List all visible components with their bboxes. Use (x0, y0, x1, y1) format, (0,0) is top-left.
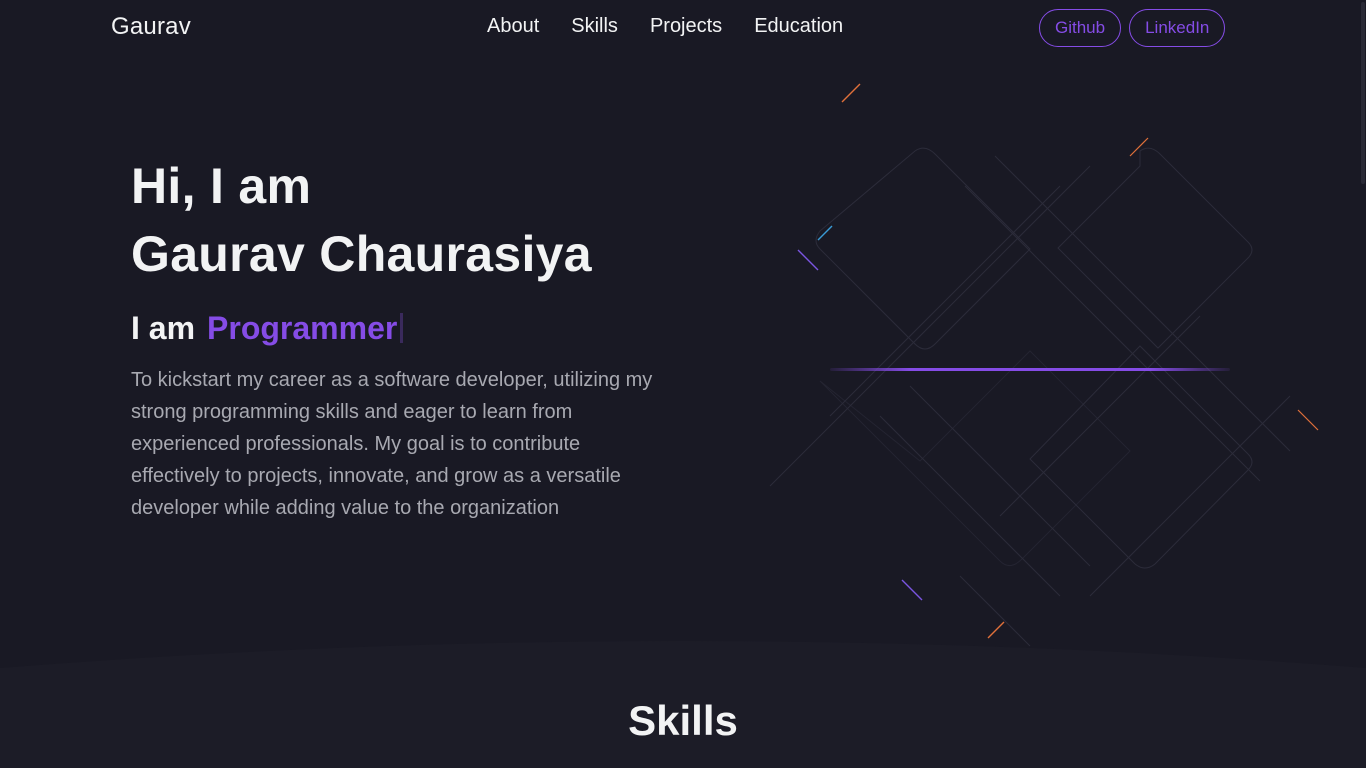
hero-title: Hi, I am Gaurav Chaurasiya (131, 152, 671, 288)
nav-link-education[interactable]: Education (754, 15, 843, 38)
skills-section: Skills (0, 630, 1366, 768)
hero-section: Hi, I am Gaurav Chaurasiya I am Programm… (0, 56, 1366, 666)
logo-link[interactable]: Gaurav (111, 13, 191, 41)
linkedin-button[interactable]: LinkedIn (1129, 9, 1226, 47)
hero-role-prefix: I am (131, 309, 196, 346)
hero-content: Hi, I am Gaurav Chaurasiya I am Programm… (131, 152, 671, 524)
typewriter-cursor (400, 313, 404, 343)
hero-role: I am Programmer (131, 308, 671, 348)
nav-link-skills[interactable]: Skills (571, 15, 618, 38)
nav-links: About Skills Projects Education (487, 15, 843, 38)
portfolio-page: Gaurav About Skills Projects Education G… (0, 0, 1366, 768)
nav-link-about[interactable]: About (487, 15, 539, 38)
hero-title-line1: Hi, I am (131, 158, 312, 214)
skills-title: Skills (628, 697, 738, 744)
hero-title-line2: Gaurav Chaurasiya (131, 226, 592, 282)
github-button[interactable]: Github (1039, 9, 1122, 47)
scrollbar-thumb[interactable] (1361, 2, 1365, 184)
nav-link-projects[interactable]: Projects (650, 15, 722, 38)
nav-buttons: Github LinkedIn (1039, 9, 1226, 47)
navbar: Gaurav About Skills Projects Education G… (0, 0, 1366, 56)
hero-background-graphic (769, 83, 1319, 647)
scrollbar[interactable] (1360, 0, 1366, 768)
hero-role-text: Programmer (207, 309, 398, 346)
hero-description: To kickstart my career as a software dev… (131, 369, 653, 519)
